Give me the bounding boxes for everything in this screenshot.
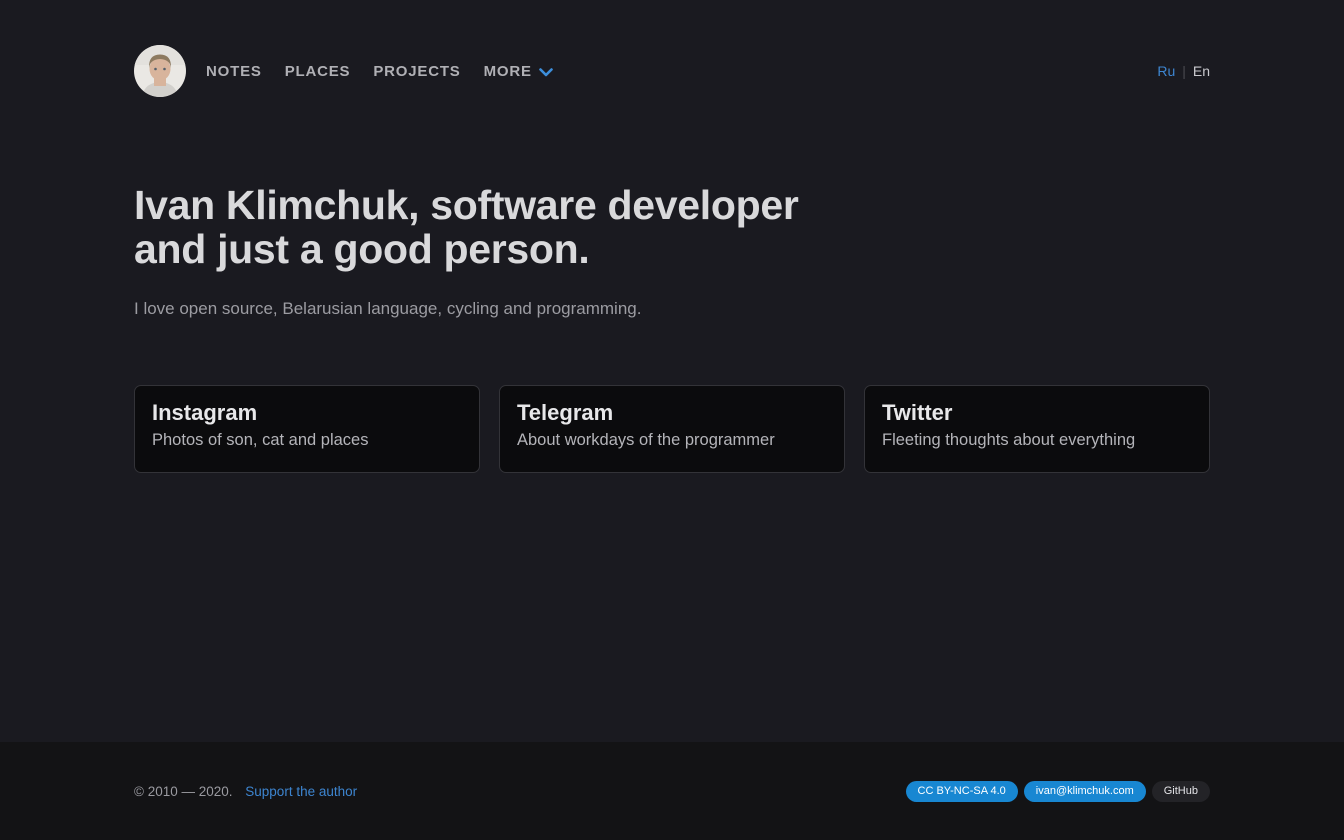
license-badge[interactable]: CC BY-NC-SA 4.0 [906,781,1018,802]
lang-en: En [1193,63,1210,79]
card-title: Instagram [152,400,462,426]
lang-ru[interactable]: Ru [1157,63,1175,79]
social-cards: Instagram Photos of son, cat and places … [134,385,1210,473]
card-description: About workdays of the programmer [517,431,827,450]
github-badge[interactable]: GitHub [1152,781,1210,802]
card-telegram[interactable]: Telegram About workdays of the programme… [499,385,845,473]
chevron-down-icon [539,64,553,81]
nav-item-notes[interactable]: Notes [206,63,262,80]
page-title: Ivan Klimchuk, software developer and ju… [134,183,834,272]
card-instagram[interactable]: Instagram Photos of son, cat and places [134,385,480,473]
email-badge[interactable]: ivan@klimchuk.com [1024,781,1146,802]
card-title: Telegram [517,400,827,426]
support-author-link[interactable]: Support the author [245,784,357,799]
card-description: Photos of son, cat and places [152,431,462,450]
footer-badges: CC BY-NC-SA 4.0 ivan@klimchuk.com GitHub [906,781,1210,802]
footer-left: © 2010 — 2020. Support the author [134,784,357,799]
top-nav: Notes Places Projects More Ru | En [134,0,1210,97]
nav-links: Notes Places Projects More [206,62,553,81]
main-content: Notes Places Projects More Ru | En Iv [0,0,1344,742]
card-description: Fleeting thoughts about everything [882,431,1192,450]
hero-subtitle: I love open source, Belarusian language,… [134,299,1210,319]
nav-item-more[interactable]: More [484,62,553,81]
nav-item-projects[interactable]: Projects [373,63,460,80]
card-title: Twitter [882,400,1192,426]
card-twitter[interactable]: Twitter Fleeting thoughts about everythi… [864,385,1210,473]
nav-item-more-label: More [484,63,532,80]
footer: © 2010 — 2020. Support the author CC BY-… [0,742,1344,840]
nav-item-places[interactable]: Places [285,63,351,80]
copyright-text: © 2010 — 2020. [134,784,233,799]
lang-divider: | [1182,63,1186,79]
avatar[interactable] [134,45,186,97]
profile-photo-icon [134,45,186,97]
language-switcher: Ru | En [1157,63,1210,79]
